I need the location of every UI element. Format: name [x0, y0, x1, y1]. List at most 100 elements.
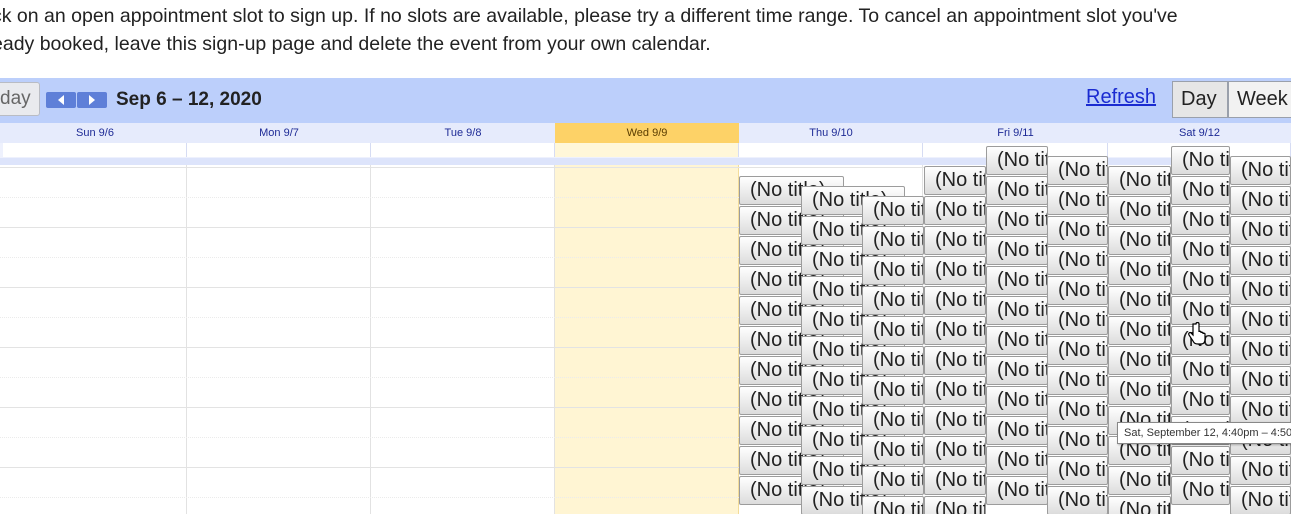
appointment-slot[interactable]: (No title) [1047, 216, 1108, 245]
appointment-slot[interactable]: (No title) [862, 316, 924, 345]
appointment-slot[interactable]: (No title) [862, 436, 924, 465]
all-day-cell[interactable] [371, 143, 555, 157]
appointment-slot[interactable]: (No title) [1230, 336, 1291, 365]
appointment-slot[interactable]: (No title) [1047, 156, 1108, 185]
date-range-title: Sep 6 – 12, 2020 [116, 89, 262, 110]
appointment-slot[interactable]: (No title) [1047, 186, 1108, 215]
day-column[interactable] [371, 165, 555, 514]
appointment-slot[interactable]: (No title) [862, 406, 924, 435]
chevron-right-icon [89, 95, 95, 105]
appointment-slot[interactable]: (No title) [862, 496, 924, 514]
appointment-slot[interactable]: (No title) [1171, 296, 1230, 325]
refresh-link[interactable]: Refresh [1086, 86, 1156, 109]
appointment-slot[interactable]: (No title) [1171, 146, 1230, 175]
appointment-slot[interactable]: (No title) [862, 256, 924, 285]
appointment-slot[interactable]: (No title) [1171, 206, 1230, 235]
appointment-slot[interactable]: (No title) [1047, 426, 1108, 455]
appointment-slot[interactable]: (No title) [1108, 226, 1171, 255]
appointment-slot[interactable]: (No title) [924, 346, 986, 375]
appointment-slot[interactable]: (No title) [986, 206, 1048, 235]
appointment-slot[interactable]: (No title) [1108, 316, 1171, 345]
day-column[interactable] [555, 165, 739, 514]
appointment-slot[interactable]: (No title) [1171, 176, 1230, 205]
appointment-slot[interactable]: (No title) [1047, 456, 1108, 485]
appointment-slot[interactable]: (No title) [986, 176, 1048, 205]
appointment-slot[interactable]: (No title) [1108, 256, 1171, 285]
day-header: Tue 9/8 [444, 127, 482, 139]
appointment-slot[interactable]: (No title) [1230, 366, 1291, 395]
prev-week-button[interactable] [46, 92, 76, 108]
appointment-slot[interactable]: (No title) [1230, 156, 1291, 185]
appointment-slot[interactable]: (No title) [862, 286, 924, 315]
appointment-slot[interactable]: (No title) [1047, 366, 1108, 395]
appointment-slot[interactable]: (No title) [986, 236, 1048, 265]
appointment-slot[interactable]: (No title) [1108, 376, 1171, 405]
appointment-slot[interactable]: (No title) [1047, 306, 1108, 335]
appointment-slot[interactable]: (No title) [1108, 346, 1171, 375]
appointment-slot[interactable]: (No title) [862, 376, 924, 405]
appointment-slot[interactable]: (No title) [1108, 286, 1171, 315]
appointment-slot[interactable]: (No title) [1108, 166, 1171, 195]
calendar-toolbar: day Sep 6 – 12, 2020 Refresh Day Week [0, 78, 1291, 123]
appointment-slot[interactable]: (No title) [862, 226, 924, 255]
appointment-slot[interactable]: (No title) [1230, 216, 1291, 245]
appointment-slot[interactable]: (No title) [1047, 336, 1108, 365]
today-button[interactable]: day [0, 82, 40, 116]
instructions-line-2: eady booked, leave this sign-up page and… [0, 33, 711, 55]
appointment-slot[interactable]: (No title) [1230, 456, 1291, 485]
appointment-slot[interactable]: (No title) [924, 286, 986, 315]
appointment-slot[interactable]: (No title) [1171, 386, 1230, 415]
appointment-slot[interactable]: (No title) [986, 416, 1048, 445]
appointment-slot[interactable]: (No title) [1171, 356, 1230, 385]
next-week-button[interactable] [77, 92, 107, 108]
week-view-button[interactable]: Week [1228, 81, 1291, 118]
day-column[interactable] [187, 165, 371, 514]
appointment-slot[interactable]: (No title) [862, 196, 924, 225]
appointment-slot[interactable]: (No title) [986, 326, 1048, 355]
appointment-slot[interactable]: (No title) [986, 356, 1048, 385]
appointment-slot[interactable]: (No title) [986, 146, 1048, 175]
appointment-slot[interactable]: (No title) [1047, 486, 1108, 514]
appointment-slot[interactable]: (No title) [862, 466, 924, 495]
appointment-slot[interactable]: (No title) [1230, 276, 1291, 305]
appointment-slot[interactable]: (No title) [924, 376, 986, 405]
appointment-slot[interactable]: (No title) [924, 436, 986, 465]
appointment-slot[interactable]: (No title) [1047, 276, 1108, 305]
appointment-slot[interactable]: (No title) [924, 406, 986, 435]
appointment-slot[interactable]: (No title) [924, 166, 986, 195]
day-header: Wed 9/9 [555, 123, 739, 143]
appointment-slot[interactable]: (No title) [1047, 396, 1108, 425]
appointment-slot[interactable]: (No title) [1230, 186, 1291, 215]
appointment-slot[interactable]: (No title) [1230, 306, 1291, 335]
appointment-slot[interactable]: (No title) [924, 226, 986, 255]
appointment-slot[interactable]: (No title) [1171, 236, 1230, 265]
appointment-slot[interactable]: (No title) [986, 296, 1048, 325]
appointment-slot[interactable]: (No title) [986, 476, 1048, 505]
day-header: Thu 9/10 [809, 127, 853, 139]
appointment-slot[interactable]: (No title) [1230, 486, 1291, 514]
day-column[interactable] [3, 165, 187, 514]
appointment-slot[interactable]: (No title) [924, 466, 986, 495]
day-view-button[interactable]: Day [1172, 81, 1228, 118]
appointment-slot[interactable]: (No title) [1171, 446, 1230, 475]
appointment-slot[interactable]: (No title) [1171, 266, 1230, 295]
appointment-slot[interactable]: (No title) [1230, 246, 1291, 275]
all-day-cell[interactable] [739, 143, 923, 157]
all-day-cell[interactable] [555, 143, 739, 157]
appointment-slot[interactable]: (No title) [1108, 466, 1171, 495]
appointment-slot[interactable]: (No title) [1171, 476, 1230, 505]
appointment-slot[interactable]: (No title) [862, 346, 924, 375]
appointment-slot[interactable]: (No title) [986, 266, 1048, 295]
all-day-cell[interactable] [187, 143, 371, 157]
all-day-cell[interactable] [3, 143, 187, 157]
appointment-slot[interactable]: (No title) [1047, 246, 1108, 275]
appointment-slot[interactable]: (No title) [1108, 496, 1171, 514]
appointment-slot[interactable]: (No title) [924, 256, 986, 285]
appointment-slot[interactable]: (No title) [924, 496, 986, 514]
appointment-slot[interactable]: (No title) [1108, 196, 1171, 225]
appointment-slot[interactable]: (No title) [986, 446, 1048, 475]
appointment-slot[interactable]: (No title) [986, 386, 1048, 415]
appointment-slot[interactable]: (No title) [924, 196, 986, 225]
appointment-slot[interactable]: (No title) [1230, 396, 1291, 425]
appointment-slot[interactable]: (No title) [924, 316, 986, 345]
